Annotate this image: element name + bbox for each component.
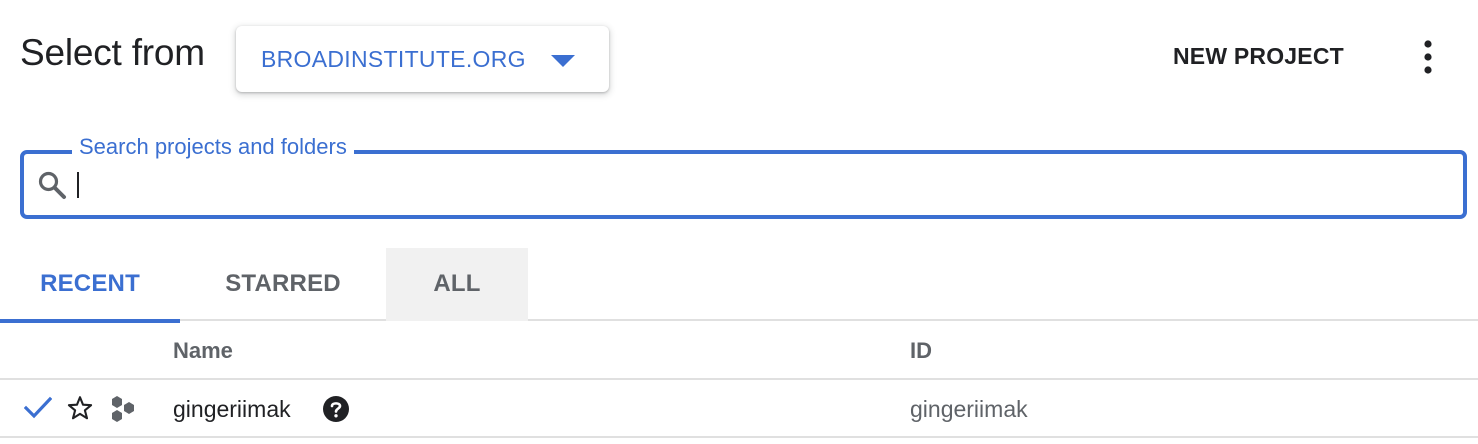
tab-starred[interactable]: STARRED xyxy=(180,248,386,321)
organization-label: BROADINSTITUTE.ORG xyxy=(261,46,526,72)
project-hexagons-icon xyxy=(107,393,139,430)
check-icon xyxy=(23,396,53,425)
dialog-title: Select from xyxy=(20,32,205,73)
table-row[interactable]: gingeriimak gingeriimak xyxy=(0,380,1478,438)
column-header-name[interactable]: Name xyxy=(173,338,233,364)
column-header-id[interactable]: ID xyxy=(910,338,932,364)
organization-dropdown[interactable]: BROADINSTITUTE.ORG xyxy=(236,26,609,92)
star-outline-icon[interactable] xyxy=(66,394,94,427)
new-project-button[interactable]: NEW PROJECT xyxy=(1173,43,1344,70)
tab-all[interactable]: ALL xyxy=(386,248,528,321)
search-label: Search projects and folders xyxy=(72,134,354,160)
text-cursor xyxy=(77,172,79,198)
help-circle-icon[interactable] xyxy=(322,395,350,428)
tab-bar: RECENT STARRED ALL xyxy=(0,248,1478,323)
search-icon xyxy=(37,170,67,205)
project-id: gingeriimak xyxy=(910,396,1028,422)
more-vert-icon[interactable] xyxy=(1412,38,1444,76)
tab-recent[interactable]: RECENT xyxy=(0,248,180,323)
project-name-link[interactable]: gingeriimak xyxy=(173,396,291,423)
search-input[interactable] xyxy=(74,164,1454,206)
caret-down-icon xyxy=(551,54,575,72)
